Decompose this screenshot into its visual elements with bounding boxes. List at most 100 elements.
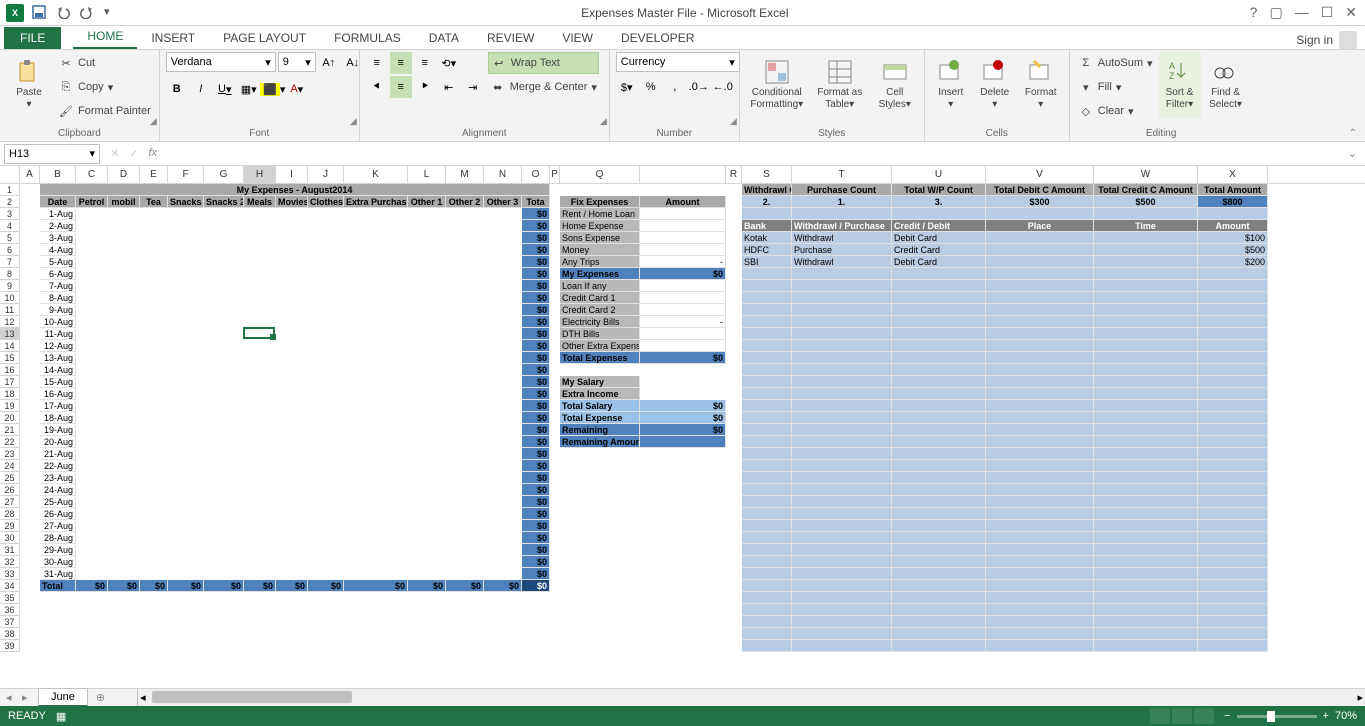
- cell[interactable]: [1094, 256, 1198, 268]
- cell[interactable]: [1094, 304, 1198, 316]
- align-middle-icon[interactable]: ≡: [390, 52, 412, 74]
- col-header-T[interactable]: T: [792, 166, 892, 183]
- cell[interactable]: [986, 496, 1094, 508]
- cell[interactable]: [792, 556, 892, 568]
- cell[interactable]: Credit Card: [892, 244, 986, 256]
- cell[interactable]: $0: [446, 580, 484, 592]
- align-left-icon[interactable]: ⯇: [366, 76, 388, 98]
- cell[interactable]: Purchase: [792, 244, 892, 256]
- sheet-nav-first-icon[interactable]: ◂: [6, 691, 20, 705]
- cell[interactable]: [986, 628, 1094, 640]
- cell[interactable]: $0: [244, 580, 276, 592]
- cell[interactable]: [742, 604, 792, 616]
- cell[interactable]: [986, 580, 1094, 592]
- row-header-2[interactable]: 2: [0, 196, 20, 208]
- col-header-K[interactable]: K: [344, 166, 408, 183]
- cell[interactable]: Credit Card 2: [560, 304, 640, 316]
- cell[interactable]: [742, 556, 792, 568]
- cell[interactable]: 20-Aug: [40, 436, 76, 448]
- cell[interactable]: [892, 568, 986, 580]
- merge-center-button[interactable]: ⬌Merge & Center ▾: [488, 76, 599, 98]
- cell[interactable]: [892, 520, 986, 532]
- cell[interactable]: Total Amount: [1198, 184, 1268, 196]
- cell[interactable]: Remaining Amount: [560, 436, 640, 448]
- cell[interactable]: [742, 472, 792, 484]
- cell[interactable]: $0: [276, 580, 308, 592]
- cell[interactable]: [1094, 472, 1198, 484]
- paste-button[interactable]: Paste▾: [6, 52, 52, 118]
- col-header-D[interactable]: D: [108, 166, 140, 183]
- cell[interactable]: $0: [640, 352, 726, 364]
- cell[interactable]: [1094, 364, 1198, 376]
- col-header-B[interactable]: B: [40, 166, 76, 183]
- cell[interactable]: [742, 484, 792, 496]
- cell[interactable]: [892, 436, 986, 448]
- cell[interactable]: [986, 352, 1094, 364]
- fill-color-button[interactable]: ⬛▾: [262, 78, 284, 100]
- cell[interactable]: Meals: [244, 196, 276, 208]
- align-top-icon[interactable]: ≡: [366, 52, 388, 74]
- insert-cells-button[interactable]: Insert▾: [931, 52, 971, 118]
- collapse-ribbon-icon[interactable]: ⌃: [1349, 128, 1357, 139]
- cell[interactable]: [742, 496, 792, 508]
- cell[interactable]: [1198, 592, 1268, 604]
- cell[interactable]: [1198, 640, 1268, 652]
- cell[interactable]: [892, 616, 986, 628]
- increase-decimal-icon[interactable]: .0→: [688, 76, 710, 98]
- cell[interactable]: [1198, 316, 1268, 328]
- row-header-1[interactable]: 1: [0, 184, 20, 196]
- decrease-decimal-icon[interactable]: ←.0: [712, 76, 734, 98]
- cell[interactable]: [1094, 244, 1198, 256]
- scroll-right-icon[interactable]: ▸: [1357, 691, 1363, 704]
- cell[interactable]: [742, 352, 792, 364]
- autosum-button[interactable]: ΣAutoSum ▾: [1076, 52, 1155, 74]
- cell[interactable]: 19-Aug: [40, 424, 76, 436]
- horizontal-scrollbar[interactable]: ◂ ▸: [137, 689, 1365, 706]
- cell[interactable]: $0: [640, 268, 726, 280]
- cell[interactable]: [1094, 376, 1198, 388]
- cell[interactable]: -: [640, 256, 726, 268]
- cell[interactable]: [1198, 436, 1268, 448]
- cell[interactable]: [1094, 628, 1198, 640]
- cell[interactable]: [986, 520, 1094, 532]
- cell[interactable]: [1094, 592, 1198, 604]
- cell[interactable]: 15-Aug: [40, 376, 76, 388]
- cell[interactable]: $0: [522, 580, 550, 592]
- cell[interactable]: [742, 568, 792, 580]
- cell[interactable]: Snacks 2: [204, 196, 244, 208]
- cell[interactable]: $0: [522, 316, 550, 328]
- row-header-25[interactable]: 25: [0, 472, 20, 484]
- cell[interactable]: [986, 532, 1094, 544]
- row-header-24[interactable]: 24: [0, 460, 20, 472]
- cell[interactable]: 9-Aug: [40, 304, 76, 316]
- cell[interactable]: [792, 388, 892, 400]
- cell[interactable]: $0: [522, 340, 550, 352]
- cell[interactable]: 6-Aug: [40, 268, 76, 280]
- cell[interactable]: $0: [522, 460, 550, 472]
- cell[interactable]: [742, 292, 792, 304]
- cell[interactable]: [1198, 388, 1268, 400]
- cell[interactable]: [892, 388, 986, 400]
- number-format-dropdown[interactable]: Currency▾: [616, 52, 740, 72]
- cell[interactable]: $0: [522, 568, 550, 580]
- cell[interactable]: 2.: [742, 196, 792, 208]
- row-header-18[interactable]: 18: [0, 388, 20, 400]
- cell[interactable]: [986, 472, 1094, 484]
- cell[interactable]: [640, 280, 726, 292]
- format-as-table-button[interactable]: Format asTable▾: [812, 52, 868, 118]
- increase-font-icon[interactable]: A↑: [318, 52, 340, 74]
- tab-developer[interactable]: DEVELOPER: [607, 27, 708, 49]
- cell[interactable]: [1094, 484, 1198, 496]
- cell[interactable]: [742, 268, 792, 280]
- align-right-icon[interactable]: ⯈: [414, 76, 436, 98]
- cell[interactable]: $0: [522, 376, 550, 388]
- tab-pagelayout[interactable]: PAGE LAYOUT: [209, 27, 320, 49]
- cell[interactable]: Tea: [140, 196, 168, 208]
- cell[interactable]: $0: [522, 328, 550, 340]
- cell[interactable]: mobil: [108, 196, 140, 208]
- cell[interactable]: [1198, 604, 1268, 616]
- cell[interactable]: Other 2: [446, 196, 484, 208]
- row-header-19[interactable]: 19: [0, 400, 20, 412]
- cell[interactable]: [1094, 316, 1198, 328]
- row-header-4[interactable]: 4: [0, 220, 20, 232]
